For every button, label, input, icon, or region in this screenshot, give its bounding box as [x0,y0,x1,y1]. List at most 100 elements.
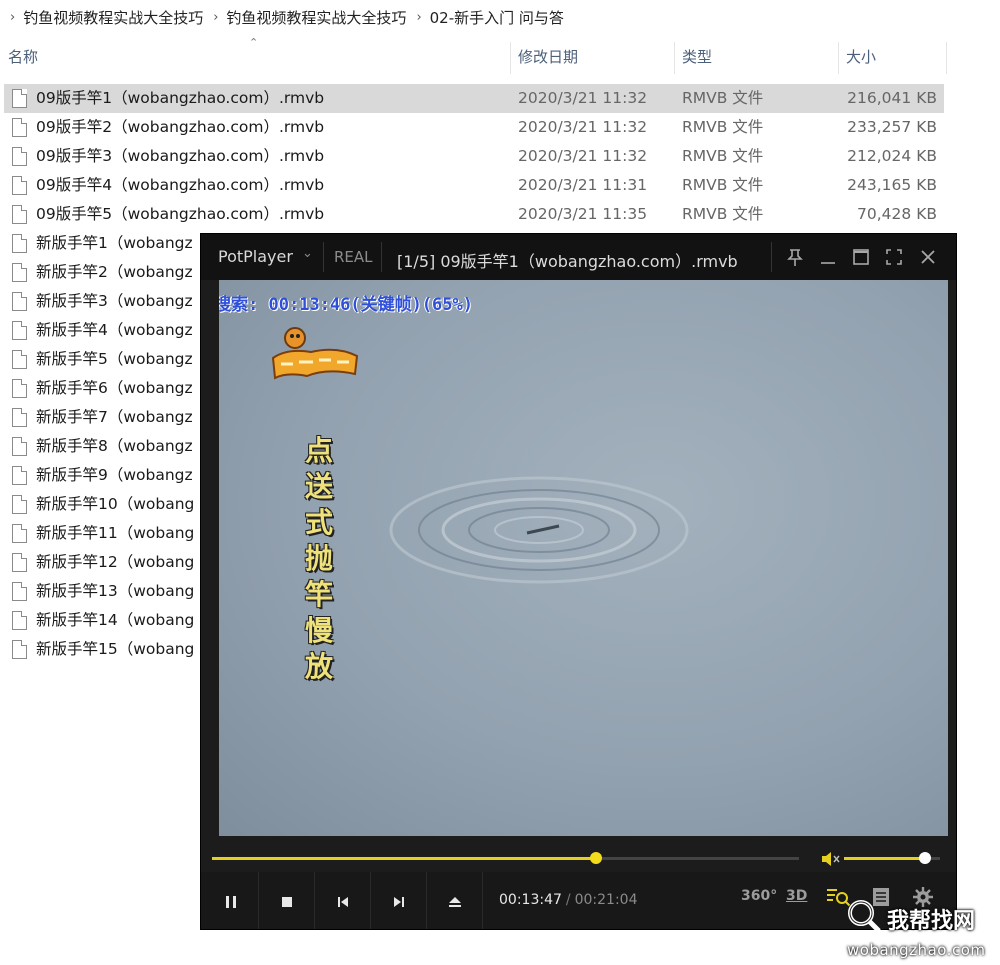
subtitle-char: 抛 [304,542,333,575]
pause-icon [226,895,236,908]
file-type: RMVB 文件 [682,118,764,136]
file-name: 新版手竿9（wobangz [36,466,193,484]
column-header-name[interactable]: 名称 [0,40,38,74]
file-icon [12,466,27,485]
next-button[interactable] [372,872,427,929]
sort-ascending-icon: ⌃ [249,36,259,49]
file-icon [12,89,27,108]
playback-controls: 00:13:47/00:21:04 360° 3D [201,872,956,929]
file-name: 09版手竿5（wobangzhao.com）.rmvb [36,205,325,223]
file-name: 新版手竿13（wobang [36,582,195,600]
minimize-icon[interactable] [815,244,841,270]
fullscreen-icon[interactable] [881,244,907,270]
breadcrumb-item[interactable]: 钓鱼视频教程实战大全技巧 [226,7,406,28]
file-icon [12,205,27,224]
file-date: 2020/3/21 11:31 [518,176,648,194]
seek-bar-handle[interactable] [589,852,602,864]
file-name: 新版手竿1（wobangz [36,234,193,252]
breadcrumb-item-current[interactable]: 02-新手入门 问与答 [430,7,564,28]
pause-button[interactable] [204,872,259,929]
vr-360-button[interactable]: 360° [741,888,777,904]
file-row[interactable]: 09版手竿4（wobangzhao.com）.rmvb 2020/3/21 11:… [4,171,944,200]
chevron-down-icon[interactable]: ⌄ [302,246,313,261]
file-icon [12,495,27,514]
file-name: 新版手竿4（wobangz [36,321,193,339]
skip-previous-icon [338,896,348,907]
file-size: 70,428 KB [857,205,937,223]
file-name: 09版手竿3（wobangzhao.com）.rmvb [36,147,325,165]
file-date: 2020/3/21 11:32 [518,147,648,165]
chevron-right-icon[interactable]: › [416,10,421,25]
format-badge: REAL [334,248,373,266]
subtitle-char: 慢 [304,614,333,647]
media-title: [1/5] 09版手竿1（wobangzhao.com）.rmvb [397,252,738,271]
file-row[interactable]: 09版手竿5（wobangzhao.com）.rmvb 2020/3/21 11:… [4,200,944,229]
3d-button[interactable]: 3D [786,888,807,904]
column-header-size[interactable]: 大小 [838,40,876,74]
video-area[interactable]: 搜索: 00:13:46(关键帧)(65%) 点送式抛竿慢放 [219,280,948,836]
file-row[interactable]: 09版手竿2（wobangzhao.com）.rmvb 2020/3/21 11:… [4,113,944,142]
previous-button[interactable] [316,872,371,929]
time-display: 00:13:47/00:21:04 [499,892,638,908]
file-name: 新版手竿11（wobang [36,524,195,542]
file-type: RMVB 文件 [682,205,764,223]
breadcrumb: › 钓鱼视频教程实战大全技巧 › 钓鱼视频教程实战大全技巧 › 02-新手入门 … [0,0,1000,34]
close-icon[interactable] [915,244,941,270]
column-header-type[interactable]: 类型 [674,40,712,74]
file-name: 09版手竿4（wobangzhao.com）.rmvb [36,176,325,194]
file-row[interactable]: 09版手竿3（wobangzhao.com）.rmvb 2020/3/21 11:… [4,142,944,171]
file-row[interactable]: 09版手竿1（wobangzhao.com）.rmvb 2020/3/21 11:… [4,84,944,113]
seek-bar-progress[interactable] [212,857,596,860]
file-name: 新版手竿3（wobangz [36,292,193,310]
file-name: 09版手竿1（wobangzhao.com）.rmvb [36,89,325,107]
chevron-right-icon[interactable]: › [213,10,218,25]
eject-button[interactable] [428,872,483,929]
app-menu-button[interactable]: PotPlayer [218,247,293,266]
subtitle-char: 式 [304,506,333,539]
player-titlebar[interactable]: PotPlayer ⌄ REAL [1/5] 09版手竿1（wobangzhao… [201,234,956,280]
file-name: 新版手竿8（wobangz [36,437,193,455]
file-icon [12,437,27,456]
file-name: 新版手竿2（wobangz [36,263,193,281]
file-date: 2020/3/21 11:35 [518,205,648,223]
volume-icon[interactable] [820,850,842,868]
titlebar-divider [381,242,382,272]
titlebar-divider [323,242,324,272]
maximize-icon[interactable] [848,244,874,270]
potplayer-window: PotPlayer ⌄ REAL [1/5] 09版手竿1（wobangzhao… [200,233,957,930]
chevron-right-icon[interactable]: › [10,10,15,25]
subtitle-char: 送 [304,470,333,503]
total-time: 00:21:04 [574,892,638,908]
file-icon [12,321,27,340]
file-size: 212,024 KB [847,147,937,165]
file-icon [12,350,27,369]
current-time: 00:13:47 [499,892,562,908]
file-name: 新版手竿12（wobang [36,553,195,571]
skip-next-icon [394,896,404,907]
file-date: 2020/3/21 11:32 [518,89,648,107]
pin-icon[interactable] [782,244,808,270]
file-type: RMVB 文件 [682,89,764,107]
site-watermark: 我帮找网 wobangzhao.com [845,897,1000,965]
eject-icon [449,896,461,907]
file-type: RMVB 文件 [682,147,764,165]
titlebar-divider [771,242,772,272]
file-size: 233,257 KB [847,118,937,136]
file-icon [12,379,27,398]
file-icon [12,234,27,253]
file-name: 新版手竿14（wobang [36,611,195,629]
file-name: 09版手竿2（wobangzhao.com）.rmvb [36,118,325,136]
file-name: 新版手竿15（wobang [36,640,195,658]
file-date: 2020/3/21 11:32 [518,118,648,136]
subtitle-char: 放 [304,650,333,683]
breadcrumb-item[interactable]: 钓鱼视频教程实战大全技巧 [23,7,203,28]
volume-slider-handle[interactable] [918,852,931,864]
watermark-url: wobangzhao.com [847,941,986,959]
column-divider[interactable] [946,42,947,74]
watermark-text: 我帮找网 [887,909,976,934]
column-header-date[interactable]: 修改日期 [510,40,578,74]
volume-slider-level[interactable] [844,857,925,860]
file-icon [12,292,27,311]
file-icon [12,118,27,137]
stop-button[interactable] [260,872,315,929]
